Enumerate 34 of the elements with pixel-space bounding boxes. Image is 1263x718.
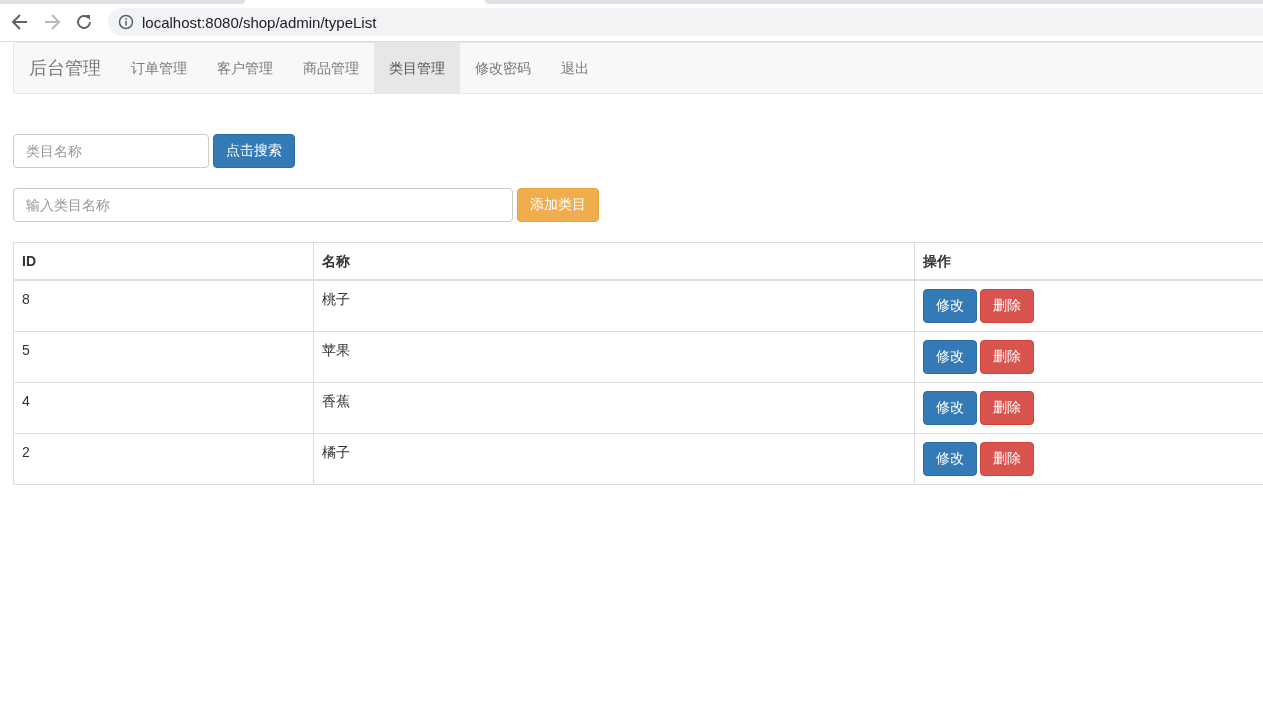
- back-arrow-icon[interactable]: [10, 12, 30, 32]
- search-field[interactable]: 类目名称: [13, 134, 209, 168]
- category-name: 桃子: [322, 290, 350, 309]
- nav-link[interactable]: 商品管理: [288, 43, 374, 93]
- url-text: localhost:8080/shop/admin/typeList: [142, 13, 377, 31]
- nav-link[interactable]: 类目管理: [374, 43, 460, 93]
- id-text: 8: [22, 290, 30, 309]
- search-button[interactable]: 点击搜索: [213, 134, 295, 168]
- column-header: ID: [22, 252, 36, 271]
- column-header: 名称: [322, 252, 350, 271]
- address-bar[interactable]: localhost:8080/shop/admin/typeList: [108, 8, 1263, 36]
- id-text: 4: [22, 392, 30, 411]
- category-name: 橘子: [322, 443, 350, 462]
- id-text: 2: [22, 443, 30, 462]
- edit-button[interactable]: 修改: [923, 442, 977, 476]
- reload-icon[interactable]: [74, 12, 94, 32]
- nav-link[interactable]: 订单管理: [116, 43, 202, 93]
- nav-link[interactable]: 客户管理: [202, 43, 288, 93]
- edit-button[interactable]: 修改: [923, 289, 977, 323]
- brand-title[interactable]: 后台管理: [14, 43, 116, 93]
- nav-link[interactable]: 退出: [546, 43, 604, 93]
- edit-button[interactable]: 修改: [923, 391, 977, 425]
- delete-button[interactable]: 删除: [980, 442, 1034, 476]
- edit-button[interactable]: 修改: [923, 340, 977, 374]
- delete-button[interactable]: 删除: [980, 340, 1034, 374]
- category-name: 香蕉: [322, 392, 350, 411]
- delete-button[interactable]: 删除: [980, 289, 1034, 323]
- nav-link[interactable]: 修改密码: [460, 43, 546, 93]
- category-name: 苹果: [322, 341, 350, 360]
- id-text: 5: [22, 341, 30, 360]
- info-icon[interactable]: [118, 14, 134, 30]
- column-header: 操作: [923, 252, 951, 271]
- name-input-field[interactable]: 输入类目名称: [13, 188, 513, 222]
- delete-button[interactable]: 删除: [980, 391, 1034, 425]
